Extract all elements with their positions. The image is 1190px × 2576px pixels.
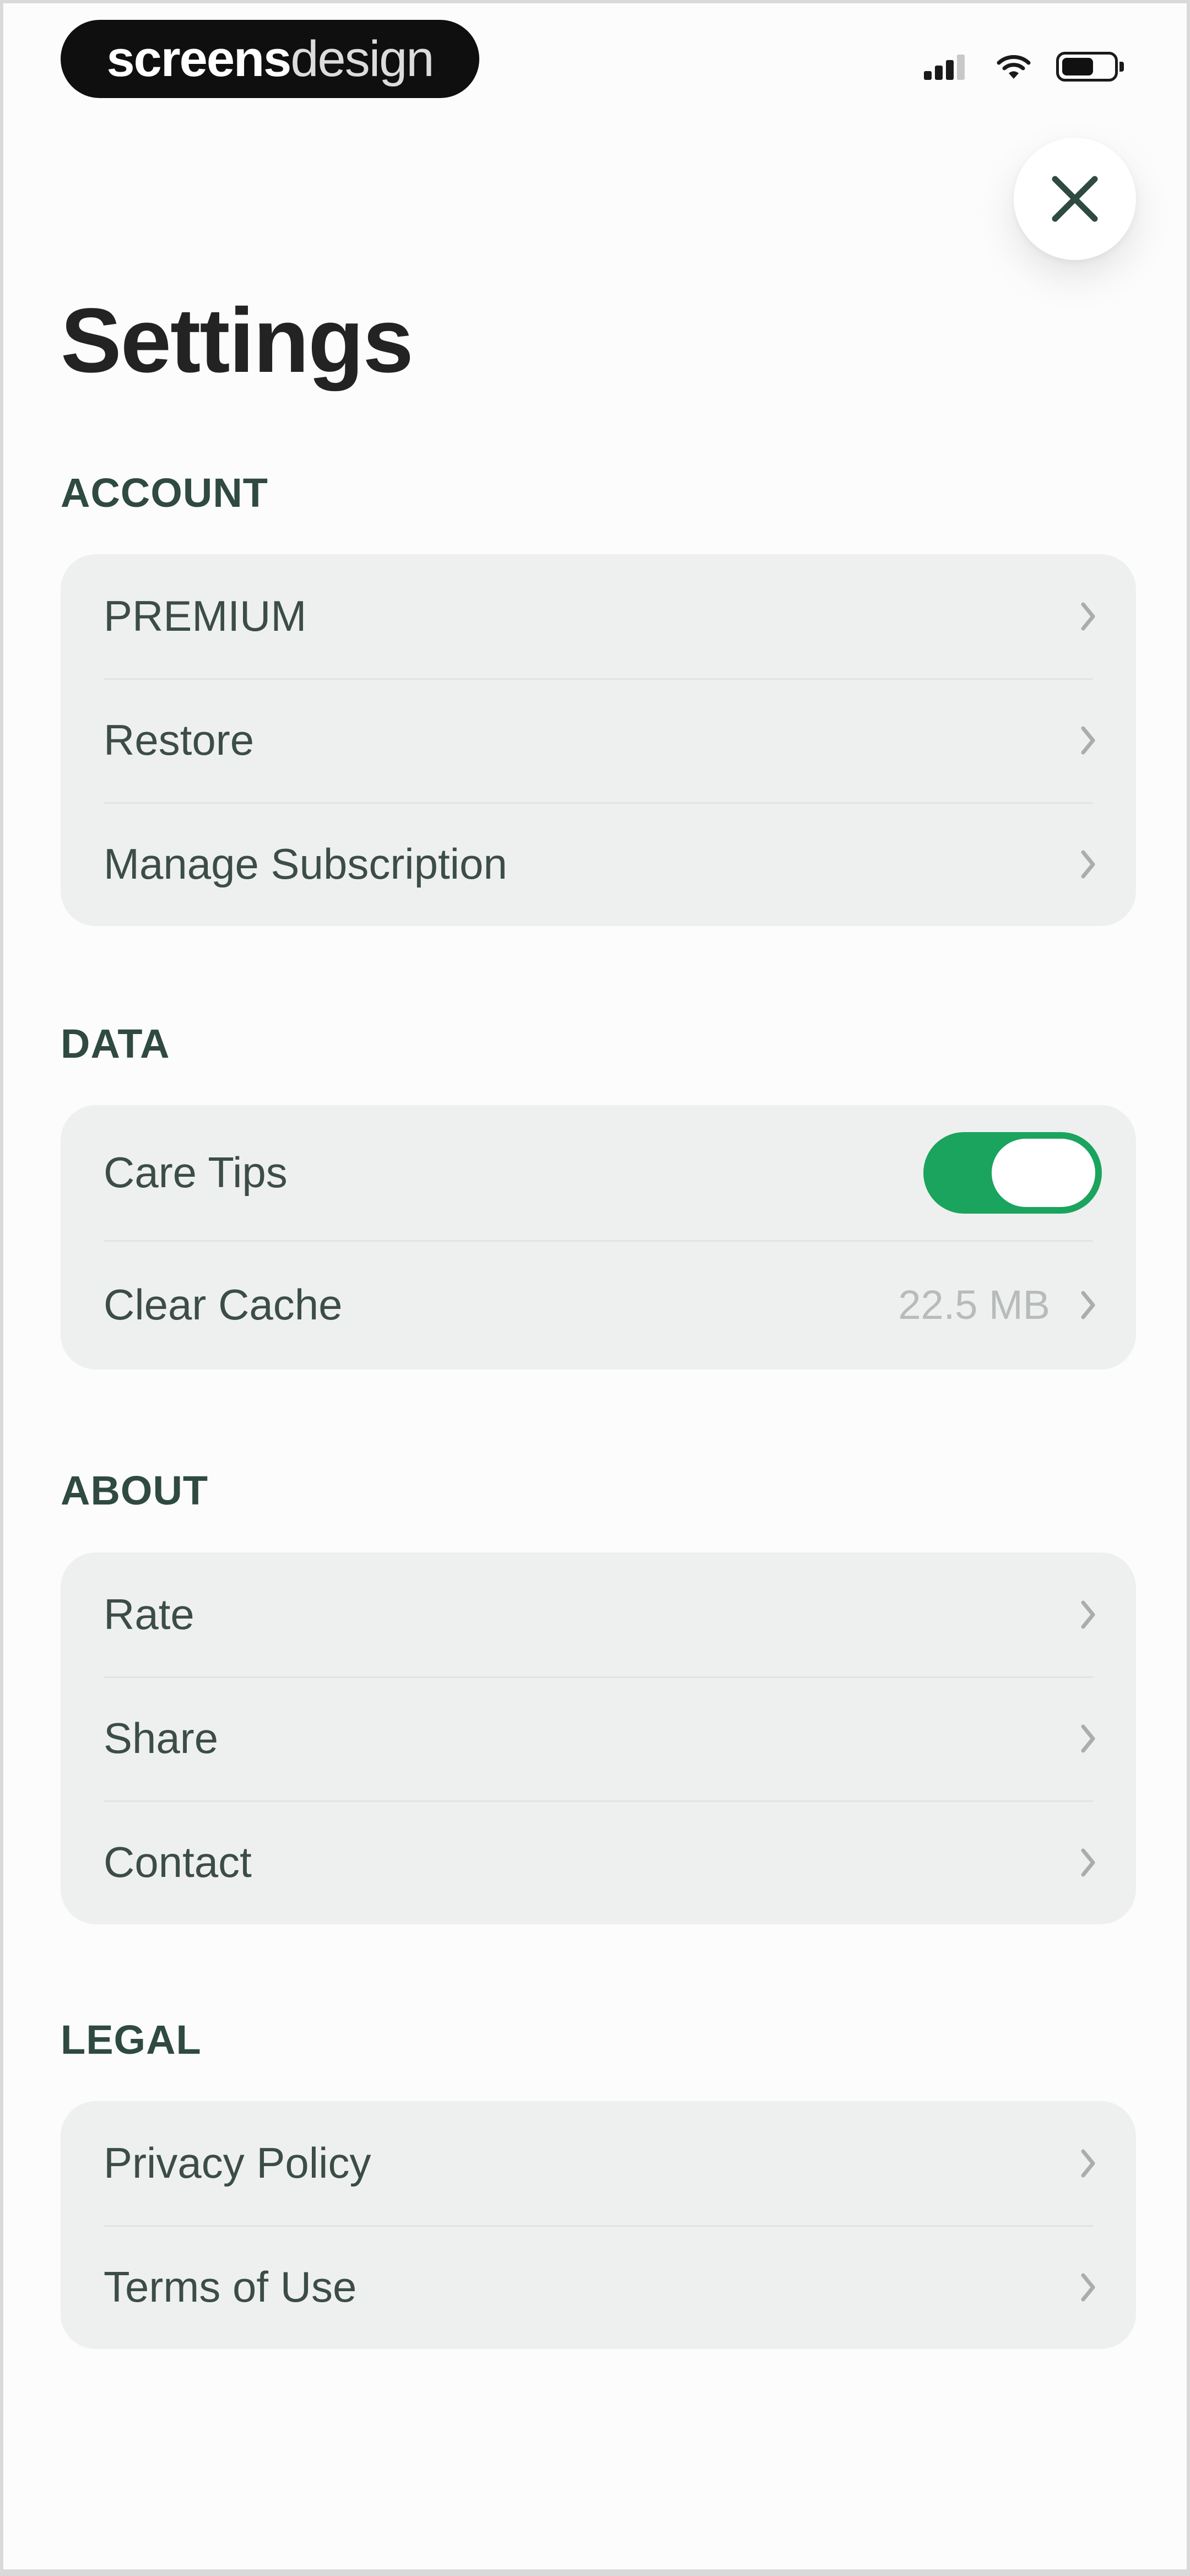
brand-badge: screens design bbox=[61, 20, 479, 98]
manage-subscription-label: Manage Subscription bbox=[104, 840, 507, 888]
section-header-about: ABOUT bbox=[61, 1468, 209, 1513]
terms-of-use-label: Terms of Use bbox=[104, 2263, 357, 2311]
rate-row[interactable]: Rate bbox=[61, 1552, 1136, 1676]
privacy-policy-row[interactable]: Privacy Policy bbox=[61, 2101, 1136, 2225]
rate-label: Rate bbox=[104, 1590, 194, 1638]
share-label: Share bbox=[104, 1714, 219, 1762]
chevron-right-icon bbox=[1080, 725, 1096, 756]
settings-screen: screens design Settings ACCOUNT PREMIUM … bbox=[3, 3, 1187, 2569]
about-card: Rate Share Contact bbox=[61, 1552, 1136, 1924]
section-header-data: DATA bbox=[61, 1021, 170, 1067]
section-header-legal: LEGAL bbox=[61, 2017, 202, 2063]
contact-row[interactable]: Contact bbox=[61, 1800, 1136, 1924]
data-card: Care Tips Clear Cache 22.5 MB bbox=[61, 1105, 1136, 1370]
chevron-right-icon bbox=[1080, 1723, 1096, 1754]
restore-row[interactable]: Restore bbox=[61, 678, 1136, 802]
terms-of-use-row[interactable]: Terms of Use bbox=[61, 2225, 1136, 2349]
premium-row[interactable]: PREMIUM bbox=[61, 554, 1136, 678]
wifi-icon bbox=[997, 55, 1031, 79]
clear-cache-row[interactable]: Clear Cache 22.5 MB bbox=[61, 1240, 1136, 1370]
cache-size-value: 22.5 MB bbox=[898, 1282, 1050, 1328]
chevron-right-icon bbox=[1080, 849, 1096, 880]
brand-name-light: design bbox=[290, 30, 434, 87]
account-card: PREMIUM Restore Manage Subscription bbox=[61, 554, 1136, 926]
care-tips-row: Care Tips bbox=[61, 1105, 1136, 1240]
clear-cache-label: Clear Cache bbox=[104, 1280, 343, 1329]
battery-cap bbox=[1119, 62, 1124, 72]
share-row[interactable]: Share bbox=[61, 1676, 1136, 1800]
status-bar: screens design bbox=[3, 3, 1187, 113]
legal-card: Privacy Policy Terms of Use bbox=[61, 2101, 1136, 2349]
signal-icon bbox=[924, 53, 968, 80]
battery-icon bbox=[1056, 52, 1124, 82]
manage-subscription-row[interactable]: Manage Subscription bbox=[61, 802, 1136, 926]
contact-label: Contact bbox=[104, 1838, 252, 1886]
premium-label: PREMIUM bbox=[104, 592, 307, 640]
battery-level bbox=[1062, 58, 1094, 75]
chevron-right-icon bbox=[1080, 1847, 1096, 1878]
chevron-right-icon bbox=[1080, 1290, 1096, 1321]
page-title: Settings bbox=[61, 290, 414, 392]
care-tips-toggle[interactable] bbox=[923, 1132, 1102, 1214]
chevron-right-icon bbox=[1080, 601, 1096, 632]
close-button[interactable] bbox=[1014, 138, 1136, 260]
care-tips-label: Care Tips bbox=[104, 1148, 288, 1197]
status-icons bbox=[924, 52, 1124, 82]
chevron-right-icon bbox=[1080, 2148, 1096, 2179]
chevron-right-icon bbox=[1080, 1599, 1096, 1630]
privacy-policy-label: Privacy Policy bbox=[104, 2139, 371, 2187]
brand-name-bold: screens bbox=[106, 30, 292, 87]
close-icon bbox=[1052, 176, 1098, 222]
toggle-knob bbox=[992, 1138, 1095, 1207]
chevron-right-icon bbox=[1080, 2272, 1096, 2303]
section-header-account: ACCOUNT bbox=[61, 470, 268, 516]
restore-label: Restore bbox=[104, 716, 255, 764]
